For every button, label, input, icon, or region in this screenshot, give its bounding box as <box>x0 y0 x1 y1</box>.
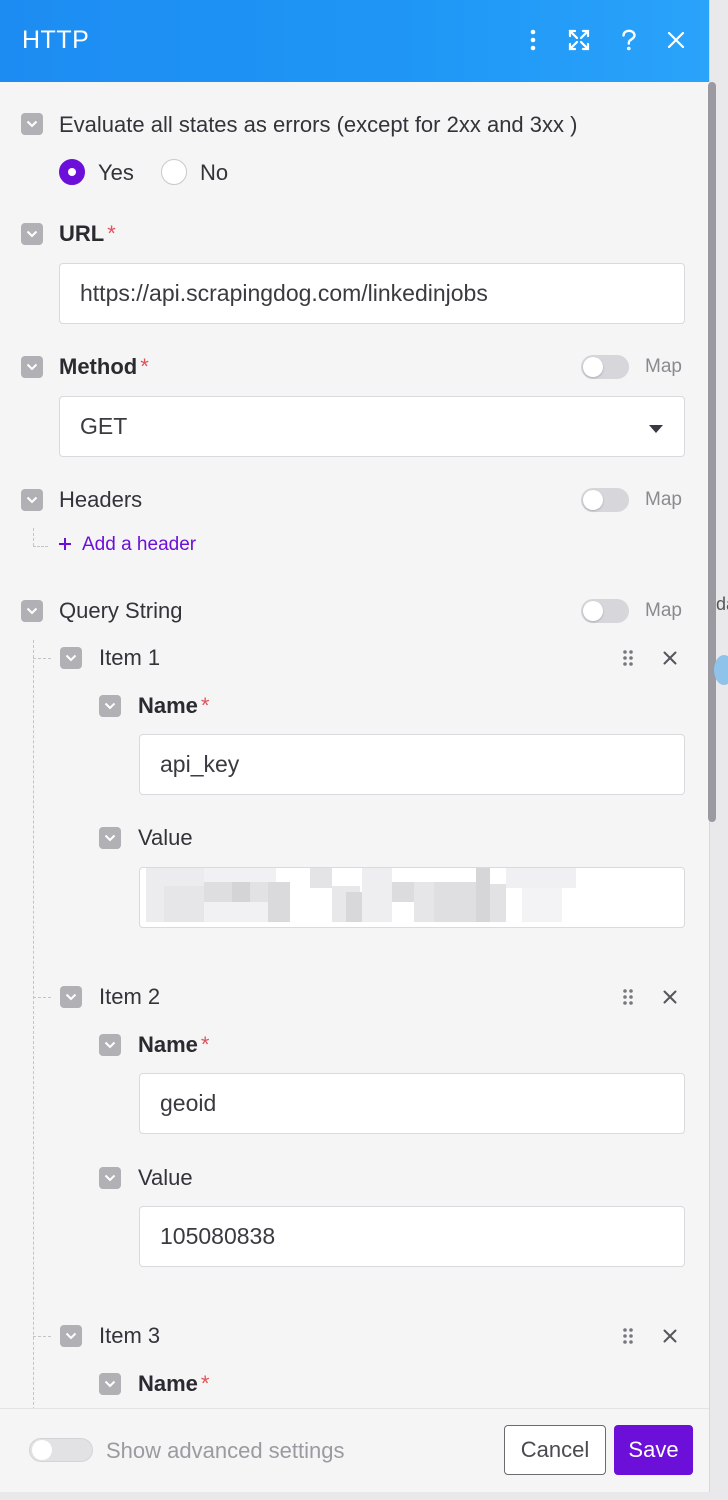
advanced-settings-toggle[interactable] <box>29 1438 93 1462</box>
help-icon[interactable] <box>615 26 643 54</box>
url-label: URL * <box>59 221 116 246</box>
remove-icon[interactable] <box>659 647 681 669</box>
add-header-link[interactable]: Add a header <box>58 534 196 556</box>
headers-label: Headers <box>59 487 143 512</box>
item-2-value-label: Value <box>138 1165 193 1190</box>
evaluate-errors-label: Evaluate all states as errors (except fo… <box>59 112 578 137</box>
drag-handle-icon[interactable] <box>617 986 639 1008</box>
save-button[interactable]: Save <box>614 1425 693 1475</box>
item-1-value-label: Value <box>138 825 193 850</box>
item-3-title: Item 3 <box>99 1323 161 1348</box>
advanced-settings-label: Show advanced settings <box>106 1438 345 1463</box>
url-input[interactable]: https://api.scrapingdog.com/linkedinjobs <box>59 263 685 324</box>
expand-icon[interactable] <box>565 26 593 54</box>
cancel-button[interactable]: Cancel <box>504 1425 606 1475</box>
collapse-chevron-icon[interactable] <box>60 1325 82 1347</box>
collapse-chevron-icon[interactable] <box>21 356 43 378</box>
caret-down-icon <box>648 413 664 440</box>
method-select-value: GET <box>80 413 128 439</box>
method-map-label: Map <box>645 356 682 377</box>
collapse-chevron-icon[interactable] <box>21 600 43 622</box>
headers-map-toggle[interactable] <box>581 488 629 512</box>
close-icon[interactable] <box>662 26 690 54</box>
radio-yes[interactable] <box>59 159 85 185</box>
tree-connector <box>33 528 34 546</box>
method-select[interactable]: GET <box>59 396 685 457</box>
collapse-chevron-icon[interactable] <box>99 1167 121 1189</box>
collapse-chevron-icon[interactable] <box>21 223 43 245</box>
collapse-chevron-icon[interactable] <box>99 827 121 849</box>
background-peek-text: da <box>716 594 728 614</box>
headers-map-label: Map <box>645 489 682 510</box>
required-marker: * <box>107 221 116 246</box>
required-marker: * <box>200 1032 210 1057</box>
remove-icon[interactable] <box>659 986 681 1008</box>
required-marker: * <box>140 354 149 379</box>
radio-yes-label: Yes <box>98 160 134 185</box>
drag-handle-icon[interactable] <box>617 647 639 669</box>
radio-no-label: No <box>200 160 229 185</box>
drag-handle-icon[interactable] <box>617 1325 639 1347</box>
query-map-label: Map <box>645 600 682 621</box>
collapse-chevron-icon[interactable] <box>21 113 43 135</box>
more-vertical-icon[interactable] <box>519 26 547 54</box>
tree-connector <box>33 640 34 1410</box>
item-1-title: Item 1 <box>99 645 161 670</box>
required-marker: * <box>200 693 210 718</box>
collapse-chevron-icon[interactable] <box>99 1373 121 1395</box>
required-marker: * <box>200 1371 210 1396</box>
collapse-chevron-icon[interactable] <box>60 647 82 669</box>
remove-icon[interactable] <box>659 1325 681 1347</box>
collapse-chevron-icon[interactable] <box>21 489 43 511</box>
collapse-chevron-icon[interactable] <box>60 986 82 1008</box>
item-2-name-input[interactable]: geoid <box>139 1073 685 1134</box>
radio-no[interactable] <box>161 159 187 185</box>
item-3-name-label: Name * <box>138 1371 210 1396</box>
method-label: Method * <box>59 354 149 379</box>
background-node <box>714 655 728 685</box>
plus-icon <box>59 538 71 550</box>
panel-title: HTTP <box>22 26 90 54</box>
scrollbar[interactable] <box>708 82 716 822</box>
method-map-toggle[interactable] <box>581 355 629 379</box>
collapse-chevron-icon[interactable] <box>99 1034 121 1056</box>
collapse-chevron-icon[interactable] <box>99 695 121 717</box>
tree-connector <box>33 658 51 659</box>
item-2-title: Item 2 <box>99 984 161 1009</box>
item-2-value-input[interactable]: 105080838 <box>139 1206 685 1267</box>
item-1-name-input[interactable]: api_key <box>139 734 685 795</box>
tree-connector <box>33 997 51 998</box>
tree-connector <box>33 1336 51 1337</box>
item-1-name-label: Name * <box>138 693 210 718</box>
panel-header: HTTP <box>0 0 709 82</box>
redacted-value-pixelation <box>146 868 586 922</box>
http-module-panel: HTTP Evaluate all states as errors (exce… <box>0 0 710 1492</box>
tree-connector <box>33 546 48 547</box>
query-string-label: Query String <box>59 598 183 623</box>
query-map-toggle[interactable] <box>581 599 629 623</box>
item-2-name-label: Name * <box>138 1032 210 1057</box>
